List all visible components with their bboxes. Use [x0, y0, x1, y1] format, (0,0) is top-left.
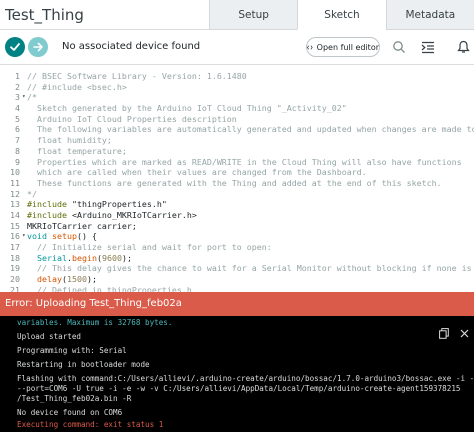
code-text: float humidity;: [27, 135, 112, 146]
code-line: 12 */: [0, 189, 474, 200]
header: Test_Thing Setup Sketch Metadata: [0, 0, 474, 30]
code-line: 13 #include "thingProperties.h": [0, 199, 474, 210]
console-line: Restarting in bootloader mode: [17, 360, 150, 369]
line-number: 19: [10, 263, 20, 274]
line-number: 16: [10, 231, 20, 242]
console-line: variables. Maximum is 32768 bytes.: [17, 318, 173, 327]
line-number: 10: [10, 167, 20, 178]
code-text: #include "thingProperties.h": [27, 199, 167, 210]
code-text: // Defined in thingProperties.h: [27, 284, 192, 292]
line-number: 18: [10, 252, 20, 263]
code-text: Arduino IoT Cloud Properties description: [27, 113, 237, 124]
upload-button[interactable]: [28, 37, 48, 57]
copy-icon[interactable]: [438, 327, 450, 339]
line-number: 13: [10, 199, 20, 210]
code-text: // #include <bsec.h>: [27, 81, 127, 92]
line-number: 5: [15, 113, 20, 124]
code-line: 8 float temperature;: [0, 146, 474, 157]
code-text: Sketch generated by the Arduino IoT Clou…: [27, 103, 347, 114]
code-line: 19 // This delay gives the chance to wai…: [0, 263, 474, 274]
console-line: --port=COM6 -U true -i -e -w -v C:/Users…: [17, 384, 461, 393]
console-line: Flashing with command:C:/Users/allievi/.…: [17, 374, 474, 383]
close-icon[interactable]: [458, 327, 470, 339]
code-line: 6 The following variables are automatica…: [0, 124, 474, 135]
code-line: 18 Serial.begin(9600);: [0, 253, 474, 264]
open-full-editor-button[interactable]: Open full editor: [306, 37, 380, 57]
thing-title: Test_Thing: [5, 6, 84, 24]
bell-icon[interactable]: [455, 39, 471, 55]
line-number: 20: [10, 274, 20, 285]
line-number: 12: [10, 188, 20, 199]
tab-bar: Setup Sketch Metadata: [209, 0, 474, 30]
line-number: 4: [15, 103, 20, 114]
line-number: 15: [10, 220, 20, 231]
output-console[interactable]: variables. Maximum is 32768 bytes. Upload…: [0, 316, 474, 432]
code-text: #include <Arduino_MKRIoTCarrier.h>: [27, 209, 197, 220]
line-number: 14: [10, 209, 20, 220]
code-line: 9 Properties which are marked as READ/WR…: [0, 157, 474, 168]
code-text: MKRIoTCarrier carrier;: [27, 220, 137, 231]
code-text: These functions are generated with the T…: [27, 177, 442, 188]
code-text: /*: [27, 92, 37, 103]
console-line: Executing command: exit status 1: [17, 420, 164, 429]
tab-sketch[interactable]: Sketch: [297, 0, 386, 30]
code-text: // BSEC Software Library - Version: 1.6.…: [27, 71, 247, 81]
code-text: delay(1500);: [37, 274, 97, 285]
line-number: 9: [15, 156, 20, 167]
search-icon[interactable]: [391, 39, 407, 55]
code-text: The following variables are automaticall…: [36, 124, 474, 135]
code-line: 14 #include <Arduino_MKRIoTCarrier.h>: [0, 210, 474, 221]
console-line: No device found on COM6: [17, 408, 123, 417]
line-number: 6: [15, 124, 20, 135]
arrow-right-icon: [33, 42, 43, 52]
line-number: 2: [15, 81, 20, 92]
code-line: 21 // Defined in thingProperties.h: [0, 285, 474, 292]
code-line: 5 Arduino IoT Cloud Properties descripti…: [0, 114, 474, 125]
error-message: Error: Uploading Test_Thing_feb02a: [5, 298, 182, 309]
line-number: 7: [15, 135, 20, 146]
code-line: 4 Sketch generated by the Arduino IoT Cl…: [0, 103, 474, 114]
console-line: Programming with: Serial: [17, 346, 127, 355]
line-number: 1: [15, 71, 20, 81]
line-number: 11: [10, 177, 20, 188]
error-bar: Error: Uploading Test_Thing_feb02a: [0, 292, 474, 316]
line-number: 3: [15, 92, 20, 103]
verify-button[interactable]: [5, 37, 25, 57]
code-text: Properties which are marked as READ/WRIT…: [27, 156, 462, 167]
code-text: which are called when their values are c…: [27, 167, 367, 178]
code-line: 16 ▾ void setup() {: [0, 231, 474, 242]
code-line: 1 // BSEC Software Library - Version: 1.6…: [0, 71, 474, 82]
tab-metadata[interactable]: Metadata: [385, 0, 474, 30]
sketch-toolbar: No associated device found Open full edi…: [0, 30, 474, 65]
code-line: 15 MKRIoTCarrier carrier;: [0, 221, 474, 232]
code-line: 10 which are called when their values ar…: [0, 167, 474, 178]
device-status: No associated device found: [62, 41, 201, 52]
code-line: 7 float humidity;: [0, 135, 474, 146]
code-icon: [307, 45, 313, 49]
code-line: 2 // #include <bsec.h>: [0, 82, 474, 93]
console-line: /Test_Thing_feb02a.bin -R: [17, 394, 132, 403]
code-text: */: [27, 188, 37, 199]
line-number: 8: [15, 145, 20, 156]
check-icon: [10, 43, 20, 51]
open-full-editor-label: Open full editor: [316, 42, 379, 52]
code-line: 17 // Initialize serial and wait for por…: [0, 242, 474, 253]
line-number: 17: [10, 242, 20, 252]
code-text: Serial.begin(9600);: [37, 252, 132, 263]
code-text: // Initialize serial and wait for port t…: [27, 242, 272, 252]
code-line: 20 delay(1500);: [0, 274, 474, 285]
code-text: float temperature;: [27, 145, 127, 156]
indent-icon[interactable]: [420, 39, 436, 55]
console-line: Upload started: [17, 332, 82, 341]
code-line: 3 ▾/*: [0, 92, 474, 103]
code-text: void setup() {: [27, 231, 97, 242]
tab-setup[interactable]: Setup: [209, 0, 298, 30]
code-editor[interactable]: 1 // BSEC Software Library - Version: 1.6…: [0, 66, 474, 292]
code-text: // This delay gives the chance to wait f…: [27, 263, 474, 274]
code-line: 11 These functions are generated with th…: [0, 178, 474, 189]
line-number: 21: [10, 284, 20, 292]
